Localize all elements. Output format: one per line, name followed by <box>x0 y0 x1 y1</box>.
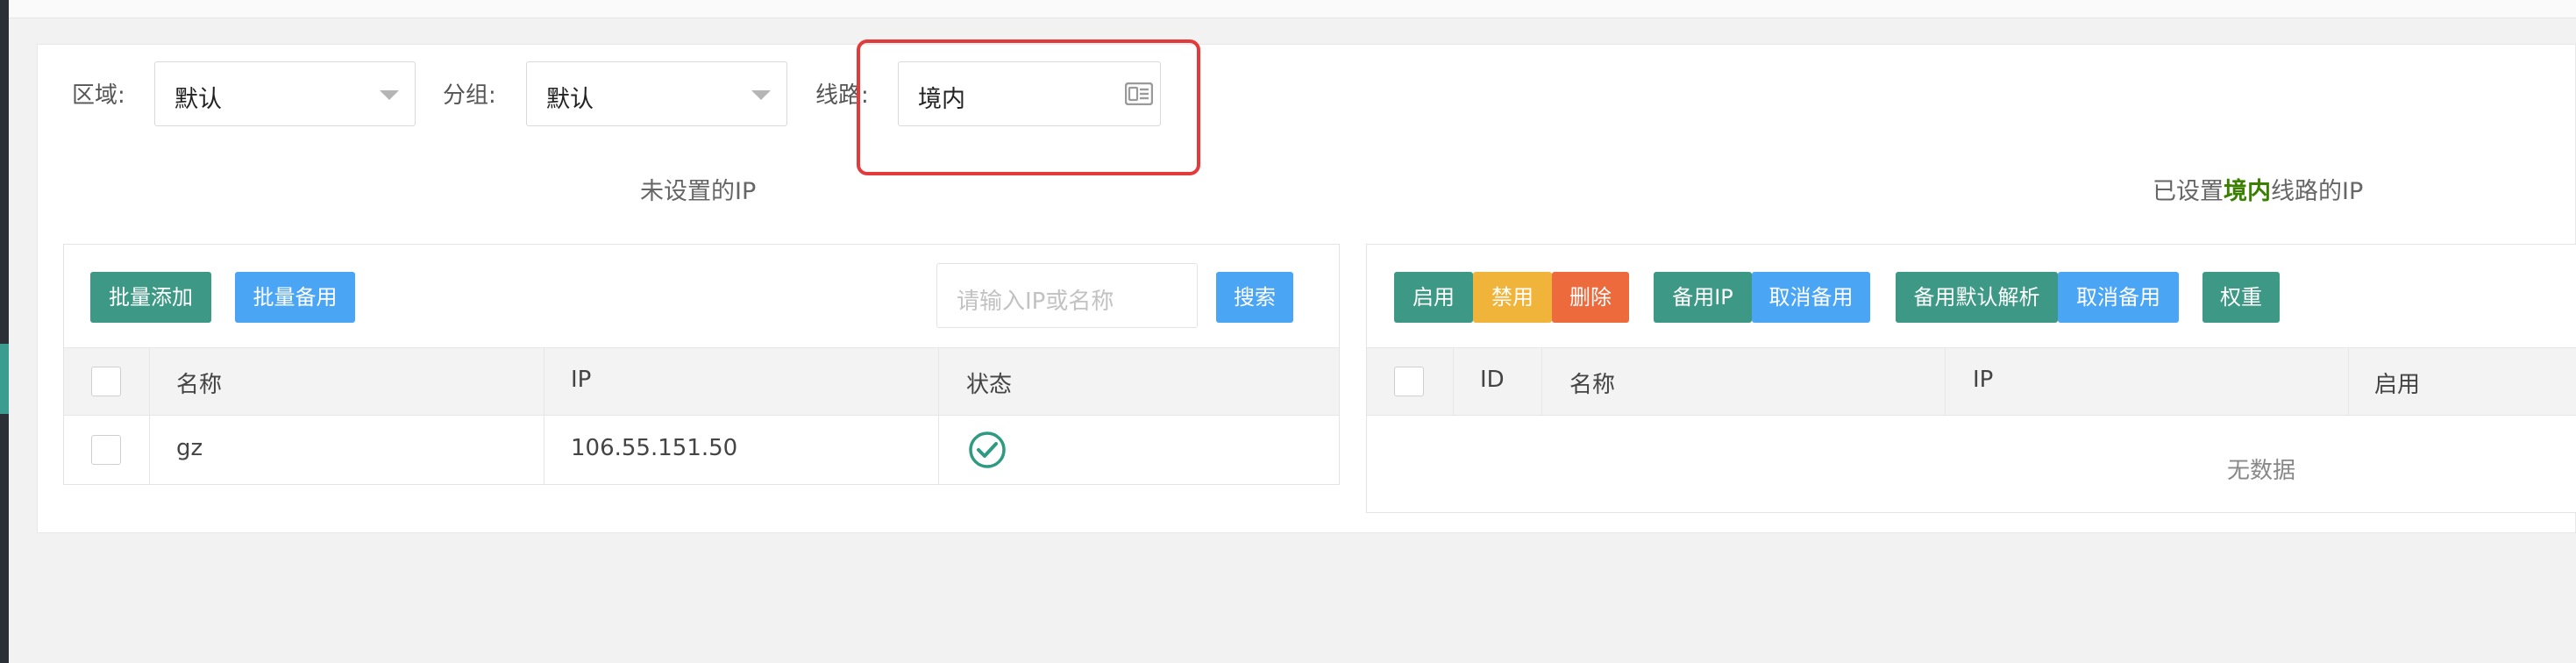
column-divider <box>938 347 939 484</box>
column-divider <box>2348 347 2349 416</box>
select-all-checkbox-right[interactable] <box>1394 367 1424 396</box>
region-select-value: 默认 <box>174 86 222 113</box>
left-section-title: 未设置的IP <box>640 178 757 205</box>
column-header-name: 名称 <box>1569 372 1616 398</box>
line-select-highlight <box>857 39 1200 175</box>
group-label: 分组: <box>443 82 496 109</box>
column-header-ip: IP <box>1973 367 1994 393</box>
batch-add-button[interactable]: 批量添加 <box>90 272 211 323</box>
backup-ip-button[interactable]: 备用IP <box>1654 272 1752 323</box>
right-section-title: 已设置境内线路的IP <box>2153 172 2363 206</box>
sidebar-active-marker <box>0 344 9 414</box>
cancel-backup-button-2[interactable]: 取消备用 <box>2058 272 2179 323</box>
search-button[interactable]: 搜索 <box>1216 272 1293 323</box>
region-label: 区域: <box>72 82 125 109</box>
right-title-line: 境内 <box>2224 178 2271 205</box>
right-title-prefix: 已设置 <box>2153 178 2224 205</box>
column-divider <box>1453 347 1454 416</box>
group-select-value: 默认 <box>546 86 594 113</box>
column-header-enabled: 启用 <box>2374 372 2421 398</box>
column-header-name: 名称 <box>176 372 223 398</box>
delete-button[interactable]: 删除 <box>1552 272 1629 323</box>
row-checkbox[interactable] <box>91 435 121 465</box>
right-title-suffix: 线路的IP <box>2271 178 2364 205</box>
chevron-down-icon <box>751 90 771 100</box>
select-all-checkbox[interactable] <box>91 367 121 396</box>
column-header-ip: IP <box>571 367 592 393</box>
top-strip <box>0 0 2576 18</box>
column-divider <box>149 347 150 484</box>
check-circle-icon <box>969 431 1006 468</box>
enable-button[interactable]: 启用 <box>1394 272 1473 323</box>
left-sidebar-edge <box>0 0 9 663</box>
weight-button[interactable]: 权重 <box>2202 272 2280 323</box>
disable-button[interactable]: 禁用 <box>1473 272 1552 323</box>
cancel-backup-button[interactable]: 取消备用 <box>1752 272 1870 323</box>
batch-backup-button[interactable]: 批量备用 <box>235 272 355 323</box>
search-placeholder: 请输入IP或名称 <box>957 289 1114 315</box>
column-header-id: ID <box>1480 367 1505 393</box>
column-divider <box>1541 347 1542 416</box>
search-input[interactable]: 请输入IP或名称 <box>936 263 1198 328</box>
left-table-header <box>64 347 1339 416</box>
row-ip: 106.55.151.50 <box>571 435 738 461</box>
row-name: gz <box>176 435 203 461</box>
column-header-status: 状态 <box>966 372 1013 398</box>
backup-default-resolve-button[interactable]: 备用默认解析 <box>1896 272 2058 323</box>
group-select[interactable]: 默认 <box>526 61 787 126</box>
empty-state-text: 无数据 <box>2227 458 2296 484</box>
chevron-down-icon <box>380 90 399 100</box>
column-divider <box>1945 347 1946 416</box>
region-select[interactable]: 默认 <box>154 61 416 126</box>
